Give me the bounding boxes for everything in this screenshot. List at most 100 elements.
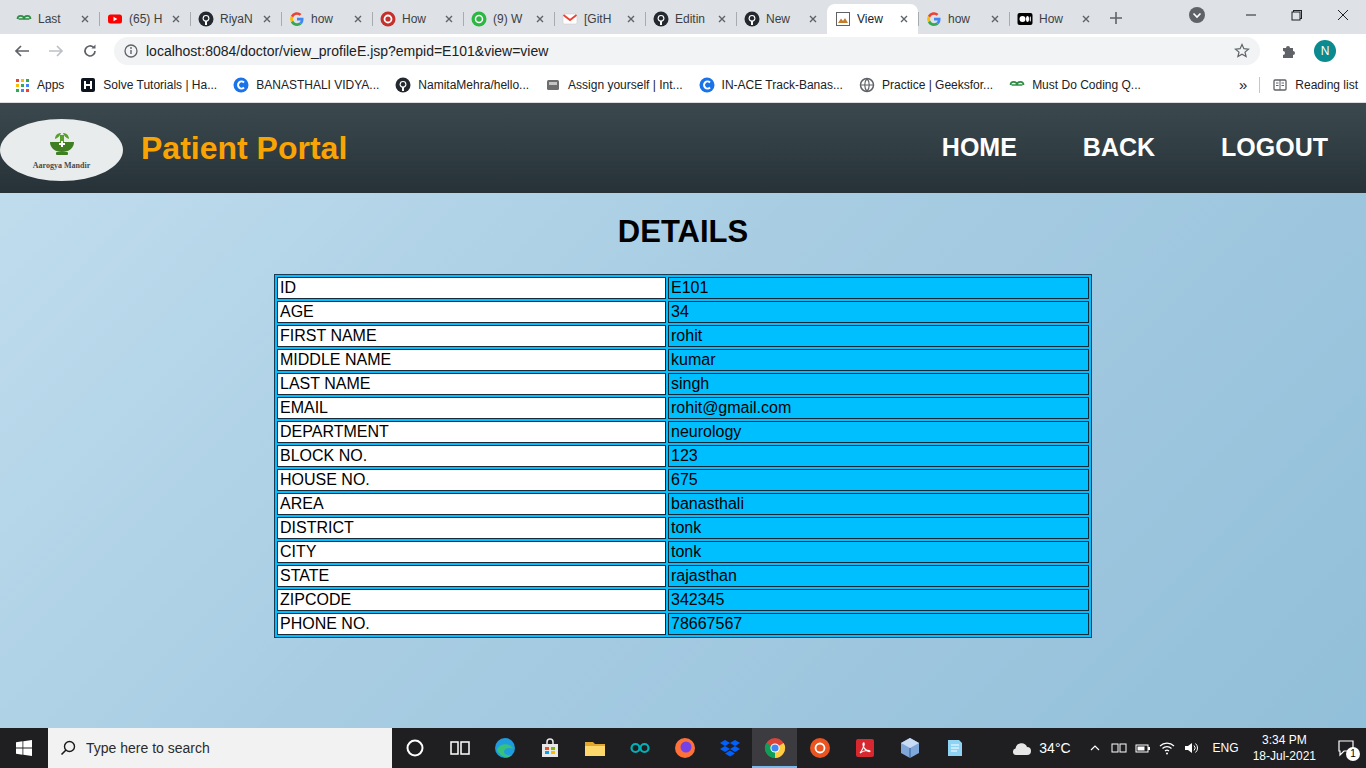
- tab-label: (9) W: [493, 10, 528, 28]
- github-icon: [653, 11, 669, 27]
- github-icon: [744, 11, 760, 27]
- field-value: kumar: [668, 349, 1089, 371]
- taskbar: 34°C ENG 3:34 PM18-Jul-2021 1: [0, 728, 1366, 768]
- bookmark-label: Solve Tutorials | Ha...: [103, 76, 217, 94]
- clock-time: 3:34 PM: [1253, 732, 1316, 748]
- bookmark[interactable]: BANASTHALI VIDYA...: [233, 76, 379, 94]
- logo-caption: Aarogya Mandir: [33, 162, 90, 170]
- field-value: 342345: [668, 589, 1089, 611]
- box-icon: [545, 77, 561, 93]
- browser-tab[interactable]: New: [736, 4, 827, 34]
- field-label: LAST NAME: [277, 373, 666, 395]
- browser-tab[interactable]: (9) W: [463, 4, 554, 34]
- info-icon[interactable]: [124, 44, 138, 58]
- tab-label: Last: [38, 10, 73, 28]
- cortana-icon[interactable]: [392, 728, 437, 768]
- arduino-icon[interactable]: [617, 728, 662, 768]
- field-value: tonk: [668, 541, 1089, 563]
- back-icon[interactable]: [8, 37, 36, 65]
- close-icon[interactable]: [625, 13, 637, 25]
- input-language[interactable]: ENG: [1213, 739, 1239, 757]
- close-icon[interactable]: [352, 13, 364, 25]
- browser-tab[interactable]: RiyaN: [190, 4, 281, 34]
- field-value: banasthali: [668, 493, 1089, 515]
- tab-strip: Last(65) HRiyaNhowHow(9) W[GitHEditinNew…: [0, 0, 1366, 34]
- forward-icon[interactable]: [42, 37, 70, 65]
- bookmark[interactable]: NamitaMehra/hello...: [395, 76, 529, 94]
- taskbar-search[interactable]: [48, 728, 392, 768]
- bookmark[interactable]: Assign yourself | Int...: [545, 76, 683, 94]
- star-icon[interactable]: [1234, 43, 1250, 59]
- browser-tab[interactable]: how: [918, 4, 1009, 34]
- more-bookmarks-button[interactable]: »: [1239, 74, 1247, 97]
- firefox-icon[interactable]: [662, 728, 707, 768]
- close-icon[interactable]: [1080, 13, 1092, 25]
- browser-tab[interactable]: how: [281, 4, 372, 34]
- close-icon[interactable]: [898, 13, 910, 25]
- close-icon[interactable]: [807, 13, 819, 25]
- chevron-up-icon[interactable]: [1083, 728, 1107, 768]
- wifi-icon[interactable]: [1155, 728, 1179, 768]
- notification-center[interactable]: 1: [1326, 728, 1366, 768]
- bookmark[interactable]: IN-ACE Track-Banas...: [699, 76, 843, 94]
- ubuntu-icon[interactable]: [797, 728, 842, 768]
- browser-tab[interactable]: [GitH: [554, 4, 645, 34]
- field-label: AGE: [277, 301, 666, 323]
- windows-start-icon[interactable]: [0, 728, 48, 768]
- url-text[interactable]: localhost:8084/doctor/view_profileE.jsp?…: [146, 41, 1226, 62]
- minimize-icon[interactable]: [1228, 0, 1274, 30]
- tab-search-icon[interactable]: [1174, 0, 1220, 30]
- browser-tab[interactable]: View: [827, 4, 918, 34]
- search-input[interactable]: [86, 738, 380, 759]
- bookmark[interactable]: Practice | Geeksfor...: [859, 76, 993, 94]
- browser-tab[interactable]: How: [372, 4, 463, 34]
- notes-icon[interactable]: [932, 728, 977, 768]
- bookmark[interactable]: Must Do Coding Q...: [1009, 76, 1141, 94]
- details-heading: DETAILS: [0, 212, 1366, 252]
- taskview-icon[interactable]: [437, 728, 482, 768]
- close-icon[interactable]: [79, 13, 91, 25]
- browser-tab[interactable]: Editin: [645, 4, 736, 34]
- dropbox-icon[interactable]: [707, 728, 752, 768]
- profile-avatar[interactable]: N: [1314, 40, 1336, 62]
- explorer-icon[interactable]: [572, 728, 617, 768]
- battery-icon[interactable]: [1131, 728, 1155, 768]
- device-icon[interactable]: [1107, 728, 1131, 768]
- close-icon[interactable]: [989, 13, 1001, 25]
- bookmark[interactable]: Solve Tutorials | Ha...: [80, 76, 217, 94]
- close-icon[interactable]: [716, 13, 728, 25]
- nav-link-item[interactable]: LOGOUT: [1221, 129, 1328, 167]
- apps-shortcut[interactable]: Apps: [14, 76, 64, 94]
- clock[interactable]: 3:34 PM18-Jul-2021: [1253, 732, 1316, 764]
- virtualbox-icon[interactable]: [887, 728, 932, 768]
- tab-label: [GitH: [584, 10, 619, 28]
- chrome-icon[interactable]: [752, 728, 797, 768]
- close-window-icon[interactable]: [1320, 0, 1366, 30]
- close-icon[interactable]: [534, 13, 546, 25]
- address-bar[interactable]: localhost:8084/doctor/view_profileE.jsp?…: [114, 37, 1260, 65]
- close-icon[interactable]: [443, 13, 455, 25]
- nav-link-item[interactable]: BACK: [1083, 129, 1155, 167]
- details-row: DEPARTMENTneurology: [277, 421, 1089, 443]
- close-icon[interactable]: [170, 13, 182, 25]
- plus-icon[interactable]: [1108, 10, 1124, 26]
- cloud-icon[interactable]: [1009, 736, 1033, 760]
- site-logo[interactable]: Aarogya Mandir: [0, 119, 123, 181]
- weather-temperature[interactable]: 34°C: [1039, 738, 1070, 759]
- nav-link-item[interactable]: HOME: [942, 129, 1017, 167]
- reading-list-button[interactable]: Reading list: [1272, 76, 1358, 94]
- details-row: AREAbanasthali: [277, 493, 1089, 515]
- browser-tab[interactable]: Last: [8, 4, 99, 34]
- close-icon[interactable]: [261, 13, 273, 25]
- edge-icon[interactable]: [482, 728, 527, 768]
- reload-icon[interactable]: [76, 37, 104, 65]
- browser-tab[interactable]: (65) H: [99, 4, 190, 34]
- acrobat-icon[interactable]: [842, 728, 887, 768]
- store-icon[interactable]: [527, 728, 572, 768]
- site-header: Aarogya MandirPatient PortalHOMEBACKLOGO…: [0, 103, 1366, 193]
- puzzle-icon[interactable]: [1274, 37, 1302, 65]
- browser-tab[interactable]: How: [1009, 4, 1100, 34]
- volume-icon[interactable]: [1179, 728, 1203, 768]
- system-tray: 34°C ENG 3:34 PM18-Jul-2021 1: [1009, 728, 1366, 768]
- restore-icon[interactable]: [1274, 0, 1320, 30]
